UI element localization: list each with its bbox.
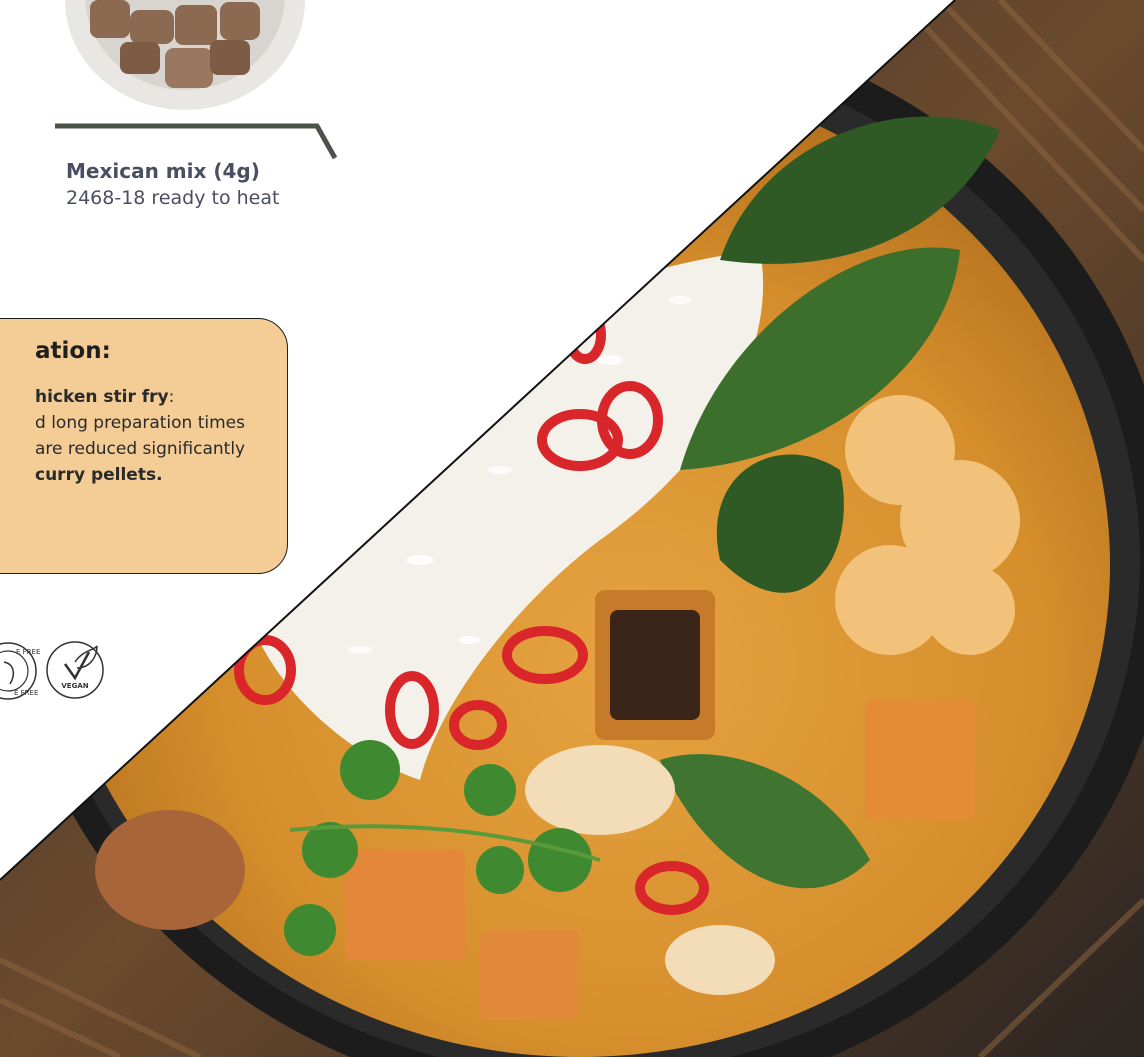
info-line-2: d long preparation times xyxy=(35,413,246,433)
info-line-3: are reduced significantly xyxy=(35,439,246,459)
vegan-text: VEGAN xyxy=(61,682,88,690)
title-divider xyxy=(55,123,338,160)
info-heading: ation: xyxy=(35,338,111,364)
info-line-4: curry pellets. xyxy=(35,465,163,485)
product-bowl-image xyxy=(65,0,305,110)
gluten-free-bottom-text: E FREE xyxy=(14,689,38,697)
info-line-1: hicken stir fry: xyxy=(35,387,175,407)
gluten-free-badge-icon: E FREE E FREE xyxy=(0,642,40,700)
product-title: Mexican mix (4g) xyxy=(66,159,260,183)
gluten-free-top-text: E FREE xyxy=(16,648,40,656)
product-subtitle: 2468-18 ready to heat xyxy=(66,187,280,209)
product-panel: Mexican mix (4g) 2468-18 ready to heat a… xyxy=(0,0,1144,1057)
info-text: hicken stir fry: d long preparation time… xyxy=(35,384,245,488)
vegan-badge-icon: VEGAN xyxy=(46,641,104,699)
